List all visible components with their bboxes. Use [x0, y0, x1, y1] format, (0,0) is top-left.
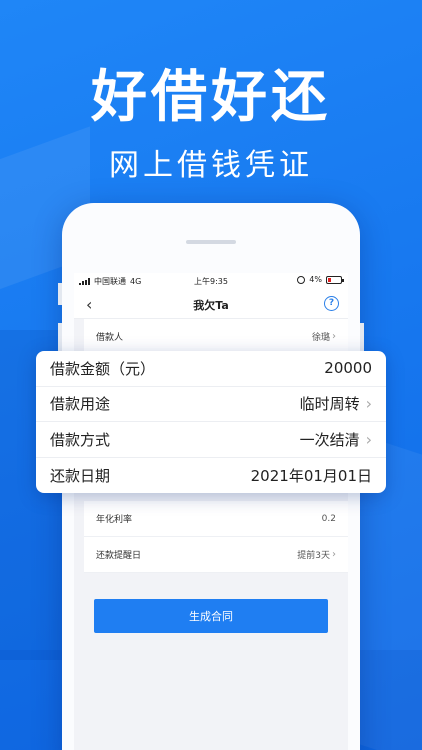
method-value: 一次结清 — [299, 430, 360, 449]
list-item-reminder[interactable]: 还款提醒日 提前3天 › — [84, 537, 348, 573]
orientation-lock-icon — [297, 275, 306, 284]
borrower-value-wrap: 徐璐 › — [312, 330, 336, 343]
hero-title: 好借好还 — [91, 65, 331, 130]
loan-detail-card: 借款金额（元） 20000 借款用途 临时周转 › 借款方式 一次结清 › 还款… — [36, 351, 386, 493]
borrower-label: 借款人 — [96, 333, 124, 343]
reminder-value: 提前3天 — [297, 551, 330, 561]
due-label: 还款日期 — [50, 466, 111, 485]
purpose-value: 临时周转 — [299, 395, 360, 414]
card-row-due-date[interactable]: 还款日期 2021年01月01日 — [36, 458, 386, 494]
card-row-method[interactable]: 借款方式 一次结清 › — [36, 422, 386, 458]
rate-label: 年化利率 — [96, 515, 133, 525]
chevron-right-icon: › — [365, 394, 372, 414]
battery-icon — [326, 275, 344, 284]
amount-label: 借款金额（元） — [50, 359, 156, 378]
borrower-value: 徐璐 — [311, 333, 330, 343]
generate-contract-button[interactable]: 生成合同 — [94, 599, 328, 633]
purpose-value-wrap: 临时周转 › — [300, 393, 372, 414]
purpose-label: 借款用途 — [50, 395, 111, 414]
method-value-wrap: 一次结清 › — [300, 429, 372, 450]
nav-title: 我欠Ta — [193, 299, 229, 312]
status-bar: 中国联通 4G 上午9:35 4% — [74, 273, 348, 289]
nav-bar: ‹ 我欠Ta ? — [74, 289, 348, 319]
battery-percent: 4% — [309, 275, 322, 284]
list-item-annual-rate[interactable]: 年化利率 0.2 — [84, 501, 348, 537]
chevron-right-icon: › — [365, 429, 372, 449]
phone-screen: 中国联通 4G 上午9:35 4% ‹ 我欠Ta ? 借款人 徐璐 › 年化利率 — [74, 273, 348, 750]
reminder-value-wrap: 提前3天 › — [297, 548, 336, 561]
amount-value: 20000 — [324, 359, 372, 378]
card-row-purpose[interactable]: 借款用途 临时周转 › — [36, 387, 386, 422]
due-value: 2021年01月01日 — [250, 466, 372, 485]
help-icon[interactable]: ? — [324, 296, 339, 311]
phone-side-button — [58, 283, 62, 305]
reminder-label: 还款提醒日 — [96, 551, 142, 561]
chevron-right-icon: › — [332, 331, 336, 342]
list-item-borrower[interactable]: 借款人 徐璐 › — [84, 319, 348, 355]
status-right: 4% — [297, 275, 344, 284]
method-label: 借款方式 — [50, 430, 111, 449]
chevron-right-icon: › — [332, 549, 336, 560]
hero-subtitle: 网上借钱凭证 — [109, 148, 313, 183]
rate-value: 0.2 — [321, 513, 336, 524]
phone-speaker — [186, 240, 236, 244]
card-row-amount[interactable]: 借款金额（元） 20000 — [36, 351, 386, 387]
